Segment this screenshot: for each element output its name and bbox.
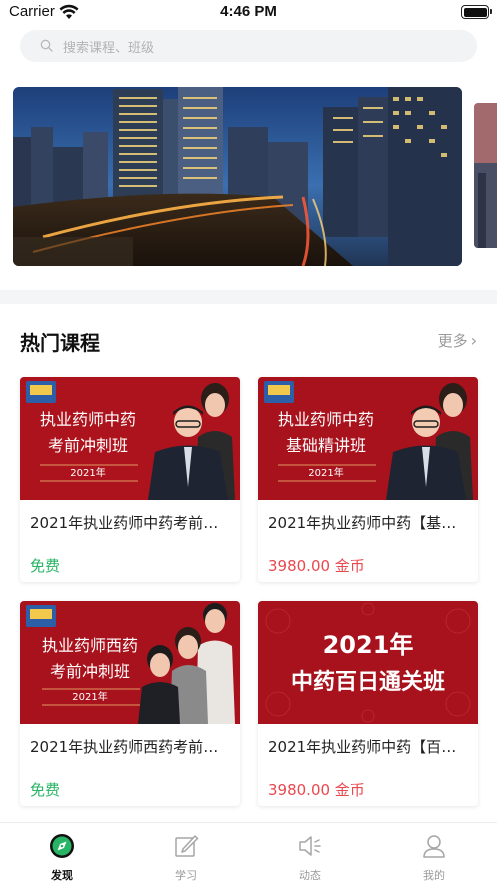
banner-cityscape-image [13,87,462,266]
thumb-line2: 中药百日通关班 [291,670,445,695]
tab-label: 动态 [299,869,321,882]
thumb-line1: 执业药师中药 [40,410,136,429]
course-thumbnail: 2021年 中药百日通关班 [258,601,478,724]
course-price: 免费 [30,557,61,575]
thumb-year: 2021年 [308,466,343,479]
user-icon [423,835,445,858]
thumb-line2: 基础精讲班 [286,436,366,455]
thumb-year: 2021年 [72,690,107,703]
more-link[interactable]: 更多 › [438,330,477,351]
search-input[interactable]: 搜索课程、班级 [20,30,477,62]
more-label: 更多 [437,332,468,350]
course-card[interactable]: 执业药师中药 基础精讲班 2021年 2021年执业药师中药【基础精讲班】 39… [258,377,478,582]
tab-bar: 发现 学习 动态 我的 [0,822,497,883]
tab-profile[interactable]: 我的 [372,823,496,884]
search-placeholder: 搜索课程、班级 [63,41,155,56]
status-bar: Carrier 4:46 PM [0,0,497,26]
course-thumbnail: 执业药师中药 考前冲刺班 2021年 [20,377,240,500]
section-divider [0,290,497,304]
course-card[interactable]: 执业药师中药 考前冲刺班 2021年 2021年执业药师中药考前冲刺班 免费 [20,377,240,582]
tab-label: 学习 [175,869,197,882]
thumb-line1: 执业药师中药 [278,410,374,429]
course-title: 2021年执业药师中药【基础精讲班】 [268,514,470,532]
course-thumbnail: 执业药师中药 基础精讲班 2021年 [258,377,478,500]
thumb-year: 2021年 [70,466,105,479]
edit-icon [175,835,199,857]
banner-carousel-slide[interactable] [13,87,462,266]
chevron-right-icon: › [470,331,477,350]
course-title: 2021年执业药师西药考前冲刺班 [30,738,232,756]
clock: 4:46 PM [220,3,277,20]
search-icon [40,39,53,52]
section-title: 热门课程 [20,331,100,355]
course-title: 2021年执业药师中药考前冲刺班 [30,514,232,532]
course-card[interactable]: 2021年 中药百日通关班 2021年执业药师中药【百日通关班】 3980.00… [258,601,478,806]
thumb-line2: 考前冲刺班 [50,662,130,681]
thumb-line2: 考前冲刺班 [48,436,128,455]
tab-news[interactable]: 动态 [248,823,372,884]
thumb-line1: 执业药师西药 [42,636,138,655]
course-price: 3980.00 金币 [268,557,365,575]
course-price: 免费 [30,781,61,799]
tab-discover[interactable]: 发现 [0,823,124,884]
tab-label: 发现 [51,869,73,882]
tab-label: 我的 [423,869,445,882]
banner-next-slide[interactable] [474,103,497,248]
compass-icon [50,834,74,858]
course-title: 2021年执业药师中药【百日通关班】 [268,738,470,756]
thumb-line1: 2021年 [323,631,414,659]
banner-next-image [474,103,497,248]
tab-study[interactable]: 学习 [124,823,248,884]
course-card[interactable]: 执业药师西药 考前冲刺班 2021年 2021年执业药师西药考前冲刺班 免费 [20,601,240,806]
battery-icon [461,5,492,19]
course-thumbnail: 执业药师西药 考前冲刺班 2021年 [20,601,240,724]
speaker-icon [299,836,321,856]
course-price: 3980.00 金币 [268,781,365,799]
